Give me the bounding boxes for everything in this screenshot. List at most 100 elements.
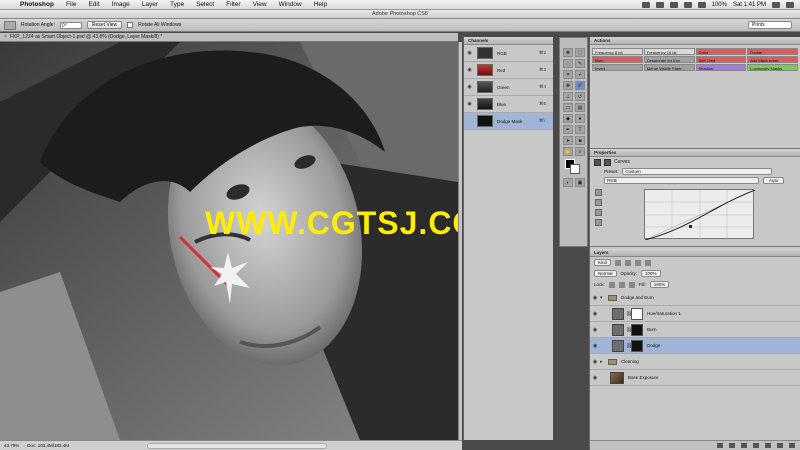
layer-row-burn[interactable]: ◉ ⛓ Burn [590, 322, 800, 338]
action-button[interactable]: Shadow [695, 64, 747, 71]
eye-icon[interactable]: ◉ [466, 50, 473, 56]
lock-all-icon[interactable] [628, 281, 635, 288]
tab-layers[interactable]: Layers [590, 249, 800, 257]
zoom-tool-icon[interactable]: ⌕ [575, 147, 585, 156]
eye-icon[interactable]: ◉ [466, 101, 473, 107]
marquee-tool-icon[interactable]: ⬚ [575, 48, 585, 57]
action-button[interactable]: Desaturate for Eye [643, 56, 695, 63]
bluetooth-icon[interactable] [655, 1, 664, 8]
canvas-horizontal-scrollbar[interactable] [147, 443, 328, 449]
fx-icon[interactable] [729, 443, 735, 448]
action-button[interactable]: Dodge [747, 48, 798, 55]
menu-select[interactable]: Select [190, 1, 220, 8]
auto-button[interactable]: Auto [763, 177, 785, 184]
layer-mask-thumbnail[interactable] [631, 307, 643, 320]
eraser-tool-icon[interactable]: ▭ [563, 103, 573, 112]
spotlight-icon[interactable] [772, 1, 780, 8]
menu-view[interactable]: View [247, 1, 273, 8]
eye-icon[interactable]: ◉ [590, 375, 600, 381]
close-icon[interactable]: × [4, 34, 7, 40]
layer-row-hue-saturation[interactable]: ◉ ⛓ Hue/Saturation 1 [590, 306, 800, 322]
menu-photoshop[interactable]: Photoshop [14, 1, 60, 8]
layer-mask-thumbnail[interactable] [631, 323, 643, 336]
history-brush-tool-icon[interactable]: ↺ [575, 92, 585, 101]
action-button[interactable]: Add black mask [747, 56, 798, 63]
new-layer-icon[interactable] [777, 443, 783, 448]
clone-stamp-tool-icon[interactable]: ⊥ [563, 92, 573, 101]
lasso-tool-icon[interactable]: ◌ [563, 59, 573, 68]
menu-help[interactable]: Help [308, 1, 333, 8]
move-tool-icon[interactable]: ✥ [563, 48, 573, 57]
quick-mask-icon[interactable]: ◐ [563, 178, 573, 187]
action-button[interactable]: Merge Visible Stam... [643, 64, 695, 71]
menu-image[interactable]: Image [106, 1, 136, 8]
eye-icon[interactable]: ◉ [590, 359, 600, 365]
rotate-view-tool-icon[interactable] [4, 20, 16, 30]
action-button[interactable]: Frequency 16 bit [643, 48, 695, 55]
volume-icon[interactable] [683, 1, 692, 8]
shape-filter-icon[interactable] [645, 259, 652, 266]
document-canvas[interactable]: WWW.CGTSJ.COM [0, 42, 458, 440]
action-button[interactable]: Frequency 8 bit [592, 48, 643, 55]
menu-window[interactable]: Window [273, 1, 308, 8]
eye-icon[interactable]: ◉ [466, 67, 473, 73]
rotate-all-windows-checkbox[interactable] [127, 22, 134, 28]
dropbox-icon[interactable] [641, 1, 650, 8]
white-point-eyedropper-icon[interactable] [595, 219, 602, 226]
action-button[interactable]: Invert [592, 64, 643, 71]
new-group-icon[interactable] [765, 443, 771, 448]
eye-icon[interactable]: ◉ [590, 311, 600, 317]
wifi-icon[interactable] [669, 1, 678, 8]
blend-mode-select[interactable]: Normal [594, 270, 617, 277]
layer-group-dodge-and-burn[interactable]: ◉ ▾ Dodge and Burn [590, 290, 800, 306]
menu-file[interactable]: File [60, 1, 82, 8]
background-color[interactable] [570, 164, 580, 174]
curve-graph[interactable] [644, 189, 756, 241]
menu-layer[interactable]: Layer [136, 1, 164, 8]
layer-mask-thumbnail[interactable] [631, 339, 643, 352]
notification-icon[interactable] [786, 1, 794, 8]
menu-filter[interactable]: Filter [220, 1, 246, 8]
adjustment-filter-icon[interactable] [625, 259, 632, 266]
type-tool-icon[interactable]: T [575, 125, 585, 134]
target-adjust-icon[interactable] [595, 189, 602, 196]
doc-size[interactable]: Doc: 103.4M/183.4M [27, 441, 69, 450]
channel-row-red[interactable]: ◉ Red ⌘3 [464, 62, 553, 79]
screen-mode-icon[interactable]: ▣ [575, 178, 585, 187]
mask-icon[interactable] [604, 158, 611, 166]
action-button[interactable]: Soft Light [695, 56, 747, 63]
path-select-tool-icon[interactable]: ➤ [563, 136, 573, 145]
rotation-angle-input[interactable]: 0° [59, 21, 82, 29]
lock-position-icon[interactable] [618, 281, 625, 288]
menu-clock[interactable]: Sat 1:41 PM [733, 2, 766, 8]
dodge-tool-icon[interactable]: ● [575, 114, 585, 123]
eye-icon[interactable]: ◉ [590, 327, 600, 333]
gray-point-eyedropper-icon[interactable] [595, 209, 602, 216]
zoom-level[interactable]: 43.79% [4, 441, 19, 450]
link-layers-icon[interactable] [717, 443, 723, 448]
eyedropper-tool-icon[interactable]: ⌿ [575, 70, 585, 79]
new-adjustment-icon[interactable] [753, 443, 759, 448]
blur-tool-icon[interactable]: ◆ [563, 114, 573, 123]
eye-icon[interactable]: ◉ [466, 84, 473, 90]
eye-icon[interactable]: ◉ [590, 295, 600, 301]
kind-filter-select[interactable]: Kind [594, 259, 612, 266]
pixel-filter-icon[interactable] [615, 259, 622, 266]
tab-channels[interactable]: Channels [464, 37, 553, 45]
document-tab[interactable]: × FKP_1224 as Smart Object-1.psd @ 43.8% … [0, 33, 458, 42]
layer-row-dodge[interactable]: ◉ ⛓ Dodge [590, 338, 800, 354]
add-mask-icon[interactable] [741, 443, 747, 448]
workspace-select[interactable]: Prints [748, 21, 792, 29]
pen-tool-icon[interactable]: ✒ [563, 125, 573, 134]
action-button[interactable]: Color [695, 48, 747, 55]
channel-select[interactable]: RGB [604, 177, 759, 184]
black-point-eyedropper-icon[interactable] [595, 199, 602, 206]
crop-tool-icon[interactable]: ⌗ [563, 70, 573, 79]
trash-icon[interactable] [789, 443, 795, 448]
gradient-tool-icon[interactable]: ▤ [575, 103, 585, 112]
disclosure-closed-icon[interactable]: ▸ [600, 359, 608, 365]
canvas-vertical-scrollbar[interactable] [458, 42, 462, 440]
reset-view-button[interactable]: Reset View [86, 21, 123, 29]
preset-select[interactable]: Custom [622, 168, 773, 175]
menu-edit[interactable]: Edit [82, 1, 105, 8]
